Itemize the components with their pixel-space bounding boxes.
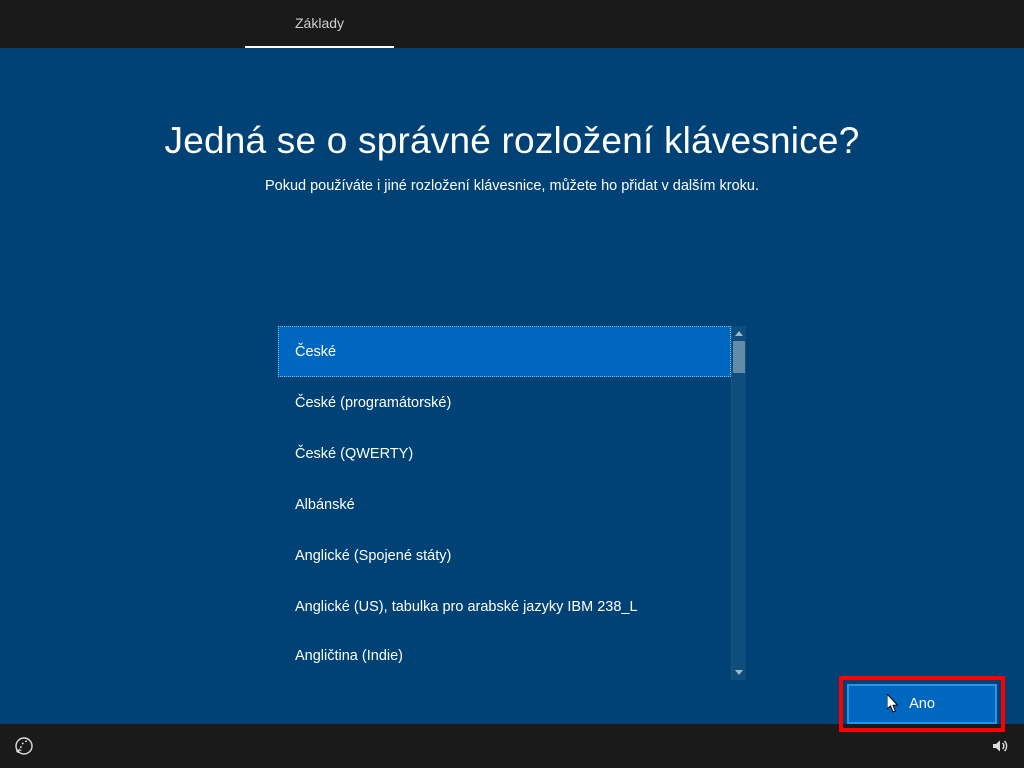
yes-button[interactable]: Ano — [847, 684, 997, 724]
cursor-icon — [887, 694, 901, 718]
list-item-label: České (programátorské) — [295, 395, 451, 411]
list-item-label: Angličtina (Indie) — [295, 648, 403, 664]
list-item-label: Albánské — [295, 497, 355, 513]
list-item-label: České (QWERTY) — [295, 446, 413, 462]
list-item[interactable]: České — [278, 326, 731, 377]
highlight-box: Ano — [839, 676, 1005, 732]
list-item[interactable]: Anglické (Spojené státy) — [278, 530, 731, 581]
main-content: Jedná se o správné rozložení klávesnice?… — [0, 48, 1024, 724]
page-title: Jedná se o správné rozložení klávesnice? — [0, 120, 1024, 162]
tab-label: Základy — [295, 15, 344, 31]
list-item[interactable]: České (programátorské) — [278, 377, 731, 428]
list-item-label: Anglické (Spojené státy) — [295, 548, 451, 564]
list-item[interactable]: Albánské — [278, 479, 731, 530]
scroll-up-button[interactable] — [732, 326, 746, 341]
tab-basics[interactable]: Základy — [245, 0, 394, 48]
volume-icon[interactable] — [990, 736, 1010, 756]
keyboard-layout-list: České České (programátorské) České (QWER… — [278, 326, 746, 680]
list-item[interactable]: Angličtina (Indie) — [278, 632, 731, 680]
scroll-down-button[interactable] — [732, 665, 746, 680]
top-bar: Základy — [0, 0, 1024, 48]
list-item[interactable]: České (QWERTY) — [278, 428, 731, 479]
scroll-thumb[interactable] — [733, 341, 745, 373]
list-item[interactable]: Anglické (US), tabulka pro arabské jazyk… — [278, 581, 731, 632]
scrollbar[interactable] — [731, 326, 746, 680]
list-item-label: České — [295, 344, 336, 360]
yes-button-label: Ano — [909, 696, 935, 712]
list-item-label: Anglické (US), tabulka pro arabské jazyk… — [295, 599, 638, 615]
page-subtitle: Pokud používáte i jiné rozložení klávesn… — [0, 178, 1024, 194]
ease-of-access-icon[interactable] — [14, 736, 34, 756]
